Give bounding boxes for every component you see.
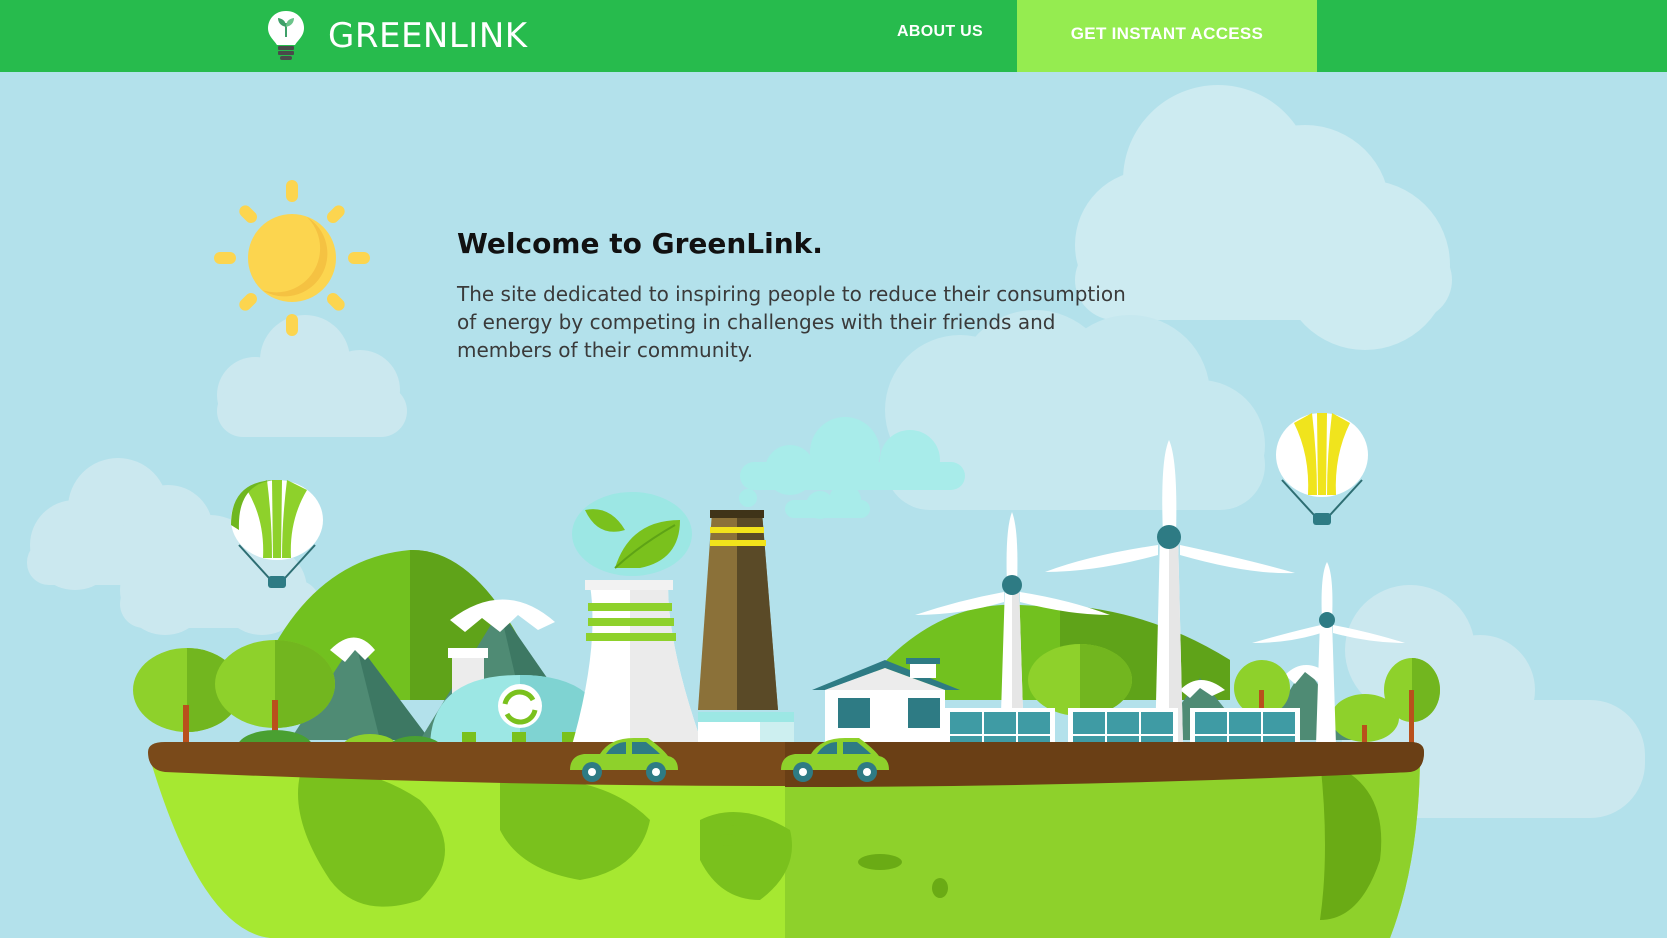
- balloon-right-icon: [1276, 413, 1368, 525]
- brand-home-link[interactable]: GREENLINK: [266, 6, 528, 66]
- factory-chimney: [698, 510, 794, 752]
- landing-page: GREENLINK ABOUT US GET INSTANT ACCESS We…: [0, 0, 1667, 938]
- get-instant-access-button[interactable]: GET INSTANT ACCESS: [1017, 0, 1317, 72]
- sun-icon: [214, 180, 370, 336]
- top-navbar: GREENLINK ABOUT US GET INSTANT ACCESS: [0, 0, 1667, 72]
- hero-illustration: [27, 85, 1645, 938]
- hero-content: Welcome to GreenLink. The site dedicated…: [457, 224, 1137, 364]
- cooling-tower: [570, 580, 705, 752]
- nav-about-us-link[interactable]: ABOUT US: [878, 0, 1002, 64]
- leaf-bubble-icon: [572, 492, 692, 576]
- cloud-left-small: [217, 315, 407, 437]
- hero-description: The site dedicated to inspiring people t…: [457, 282, 1126, 362]
- brand-name: GREENLINK: [328, 16, 528, 56]
- globe: [148, 742, 1424, 938]
- lightbulb-leaf-icon: [268, 11, 304, 60]
- hero-title: Welcome to GreenLink.: [457, 227, 823, 260]
